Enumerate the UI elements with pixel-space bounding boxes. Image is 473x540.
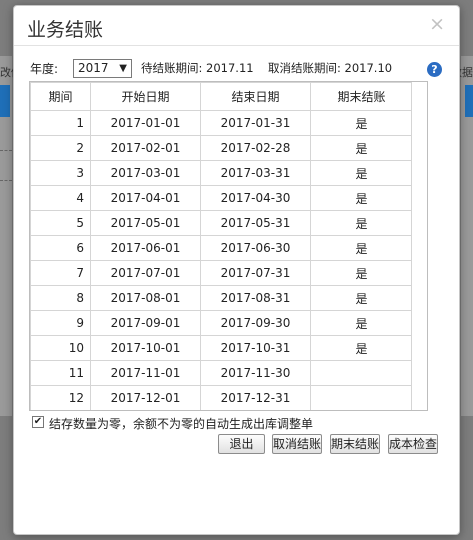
table-row[interactable]: 2 2017-02-01 2017-02-28 是 — [30, 135, 413, 161]
year-label: 年度: — [30, 62, 59, 76]
period-cell: 6 — [30, 235, 91, 261]
period-closed-cell: 是 — [310, 210, 413, 236]
period-cell: 5 — [30, 210, 91, 236]
pending-period-label: 待结账期间: 2017.11 — [141, 61, 254, 75]
period-table: 期间 开始日期 结束日期 期末结账 1 2017-01-01 2017-01-31 是… — [29, 81, 428, 411]
table-row[interactable]: 5 2017-05-01 2017-05-31 是 — [30, 210, 413, 236]
period-cell: 8 — [30, 285, 91, 311]
start-date-cell: 2017-08-01 — [90, 285, 201, 311]
end-date-cell: 2017-01-31 — [200, 110, 311, 136]
table-row[interactable]: 10 2017-10-01 2017-10-31 是 — [30, 335, 413, 361]
background-left-bar — [0, 85, 10, 117]
start-date-cell: 2017-11-01 — [90, 360, 201, 386]
period-cell: 9 — [30, 310, 91, 336]
start-date-cell: 2017-12-01 — [90, 385, 201, 410]
table-row[interactable]: 9 2017-09-01 2017-09-30 是 — [30, 310, 413, 336]
end-date-cell: 2017-11-30 — [200, 360, 311, 386]
year-select[interactable]: 2017 ▼ — [73, 59, 132, 78]
period-closed-cell — [310, 385, 413, 410]
year-select-value: 2017 — [78, 61, 109, 75]
table-scroll-gutter — [411, 82, 427, 410]
period-closed-cell — [310, 360, 413, 386]
start-date-cell: 2017-06-01 — [90, 235, 201, 261]
auto-adjust-checkbox[interactable]: ✔ — [32, 416, 44, 428]
start-date-cell: 2017-04-01 — [90, 185, 201, 211]
column-header-end-date: 结束日期 — [200, 82, 311, 111]
table-row[interactable]: 1 2017-01-01 2017-01-31 是 — [30, 110, 413, 136]
end-date-cell: 2017-07-31 — [200, 260, 311, 286]
period-cell: 4 — [30, 185, 91, 211]
period-closed-cell: 是 — [310, 185, 413, 211]
table-row[interactable]: 11 2017-11-01 2017-11-30 — [30, 360, 413, 386]
exit-button[interactable]: 退出 — [218, 434, 265, 454]
background-divider — [0, 150, 12, 151]
table-row[interactable]: 4 2017-04-01 2017-04-30 是 — [30, 185, 413, 211]
end-date-cell: 2017-04-30 — [200, 185, 311, 211]
background-right-bar — [465, 85, 473, 117]
period-cell: 1 — [30, 110, 91, 136]
dialog-toolbar: 年度: 2017 ▼ 待结账期间: 2017.11 取消结账期间: 2017.1… — [14, 58, 459, 80]
start-date-cell: 2017-03-01 — [90, 160, 201, 186]
dialog-header: 业务结账 × — [14, 6, 459, 46]
end-date-cell: 2017-08-31 — [200, 285, 311, 311]
column-header-period: 期间 — [30, 82, 91, 111]
end-date-cell: 2017-06-30 — [200, 235, 311, 261]
period-cell: 7 — [30, 260, 91, 286]
start-date-cell: 2017-09-01 — [90, 310, 201, 336]
column-header-period-closed: 期末结账 — [310, 82, 413, 111]
start-date-cell: 2017-10-01 — [90, 335, 201, 361]
dropdown-arrow-icon: ▼ — [119, 63, 127, 74]
period-cell: 12 — [30, 385, 91, 410]
start-date-cell: 2017-01-01 — [90, 110, 201, 136]
start-date-cell: 2017-05-01 — [90, 210, 201, 236]
cost-check-button[interactable]: 成本检查 — [388, 434, 438, 454]
table-row[interactable]: 3 2017-03-01 2017-03-31 是 — [30, 160, 413, 186]
period-closed-cell: 是 — [310, 235, 413, 261]
period-closed-cell: 是 — [310, 310, 413, 336]
end-date-cell: 2017-09-30 — [200, 310, 311, 336]
column-header-start-date: 开始日期 — [90, 82, 201, 111]
cancel-period-label: 取消结账期间: 2017.10 — [268, 61, 393, 75]
end-date-cell: 2017-10-31 — [200, 335, 311, 361]
close-icon[interactable]: × — [429, 13, 445, 35]
dialog-title: 业务结账 — [27, 19, 104, 41]
auto-adjust-checkbox-label: 结存数量为零，余额不为零的自动生成出库调整单 — [49, 417, 314, 431]
table-row[interactable]: 12 2017-12-01 2017-12-31 — [30, 385, 413, 410]
table-row[interactable]: 7 2017-07-01 2017-07-31 是 — [30, 260, 413, 286]
start-date-cell: 2017-07-01 — [90, 260, 201, 286]
start-date-cell: 2017-02-01 — [90, 135, 201, 161]
end-date-cell: 2017-12-31 — [200, 385, 311, 410]
period-closed-cell: 是 — [310, 110, 413, 136]
period-close-dialog: 业务结账 × 年度: 2017 ▼ 待结账期间: 2017.11 取消结账期间:… — [13, 5, 460, 535]
background-divider — [0, 180, 12, 181]
help-icon[interactable]: ? — [427, 62, 442, 77]
end-date-cell: 2017-05-31 — [200, 210, 311, 236]
table-header-row: 期间 开始日期 结束日期 期末结账 — [30, 82, 413, 111]
end-date-cell: 2017-02-28 — [200, 135, 311, 161]
period-close-button[interactable]: 期末结账 — [330, 434, 380, 454]
period-cell: 3 — [30, 160, 91, 186]
period-cell: 10 — [30, 335, 91, 361]
cancel-close-button[interactable]: 取消结账 — [272, 434, 322, 454]
period-closed-cell: 是 — [310, 335, 413, 361]
end-date-cell: 2017-03-31 — [200, 160, 311, 186]
period-closed-cell: 是 — [310, 135, 413, 161]
period-closed-cell: 是 — [310, 260, 413, 286]
period-cell: 11 — [30, 360, 91, 386]
period-closed-cell: 是 — [310, 285, 413, 311]
period-cell: 2 — [30, 135, 91, 161]
period-closed-cell: 是 — [310, 160, 413, 186]
table-row[interactable]: 8 2017-08-01 2017-08-31 是 — [30, 285, 413, 311]
table-row[interactable]: 6 2017-06-01 2017-06-30 是 — [30, 235, 413, 261]
